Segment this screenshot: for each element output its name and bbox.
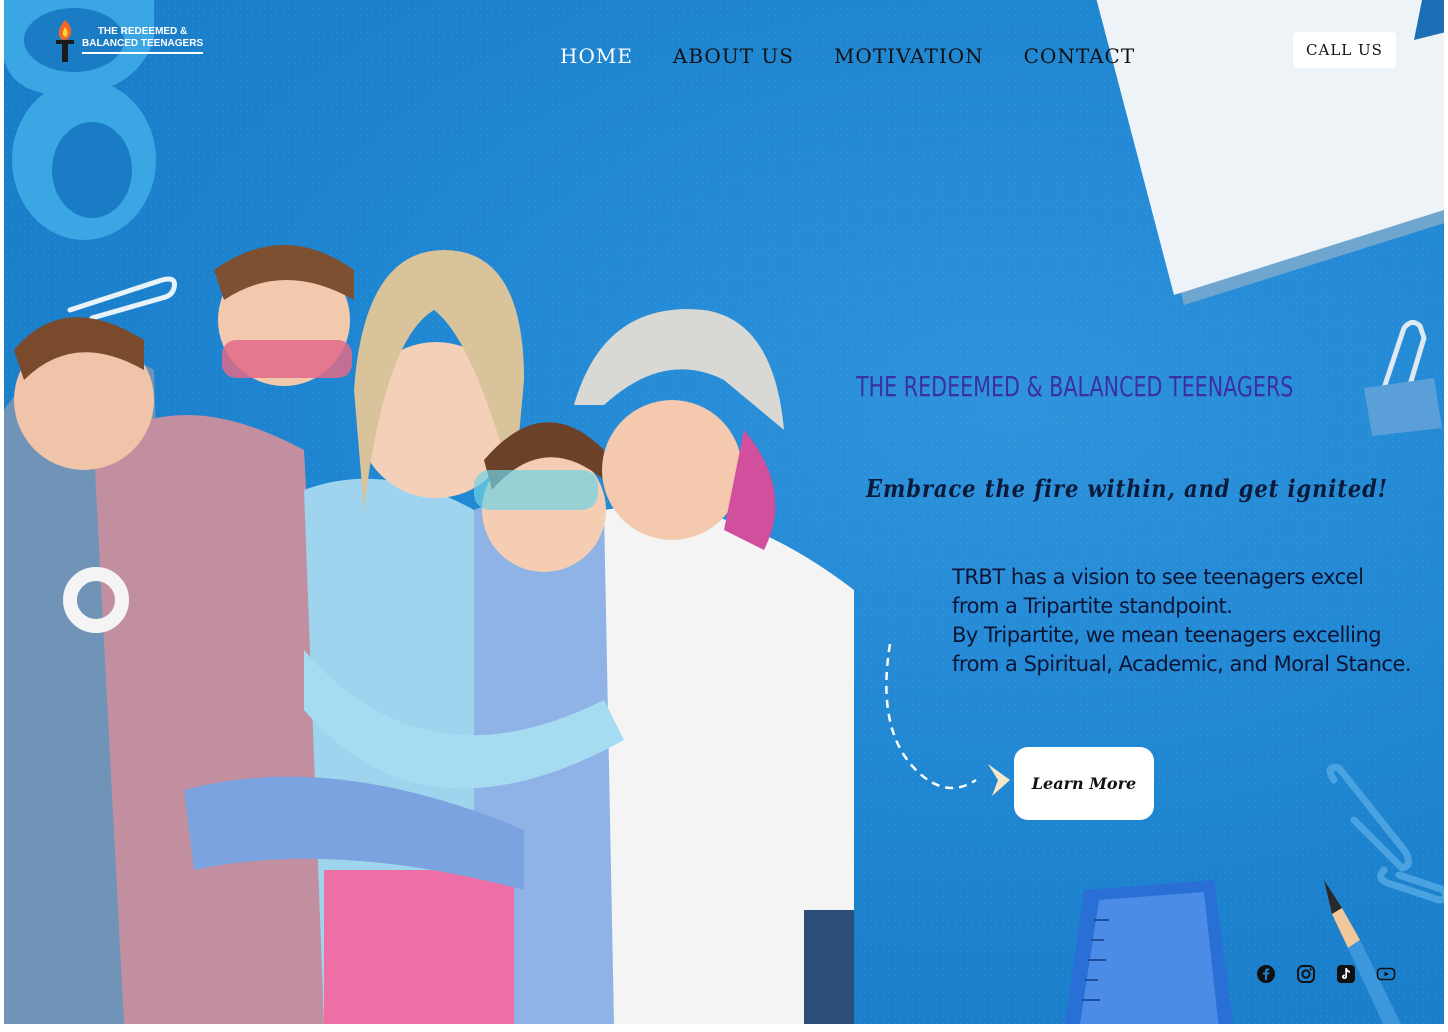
main-nav: HOME ABOUT US MOTIVATION CONTACT [560,44,1135,68]
hero-title: THE REDEEMED & BALANCED TEENAGERS [856,370,1294,403]
nav-home[interactable]: HOME [560,44,633,68]
pencil-icon [1324,880,1402,1024]
brand-logo[interactable]: THE REDEEMED & BALANCED TEENAGERS [52,18,204,62]
vision-statement: TRBT has a vision to see teenagers excel… [952,563,1412,679]
brand-name: THE REDEEMED & BALANCED TEENAGERS [82,26,204,54]
vision-paragraph-1: TRBT has a vision to see teenagers excel… [952,565,1364,618]
teenagers-photo [4,245,854,1024]
learn-more-button[interactable]: Learn More [1014,747,1154,820]
binder-clip-icon [1364,320,1442,436]
facebook-icon[interactable] [1256,964,1276,984]
tiktok-icon[interactable] [1336,964,1356,984]
brand-line-2: BALANCED TEENAGERS [82,38,204,49]
nav-motivation[interactable]: MOTIVATION [834,44,984,68]
call-us-button[interactable]: CALL US [1293,32,1396,68]
ruler-icon [1064,880,1234,1024]
nav-contact[interactable]: CONTACT [1024,44,1136,68]
instagram-icon[interactable] [1296,964,1316,984]
hero-section: THE REDEEMED & BALANCED TEENAGERS HOME A… [4,0,1444,1024]
hero-tagline: Embrace the fire within, and get ignited… [866,474,1388,503]
social-links [1256,964,1396,984]
dashed-arrow-icon [885,643,1010,796]
torch-icon [56,20,74,62]
youtube-icon[interactable] [1376,964,1396,984]
brand-line-1: THE REDEEMED & [97,26,188,37]
nav-about-us[interactable]: ABOUT US [673,44,794,68]
vision-paragraph-2: By Tripartite, we mean teenagers excelli… [952,623,1412,676]
